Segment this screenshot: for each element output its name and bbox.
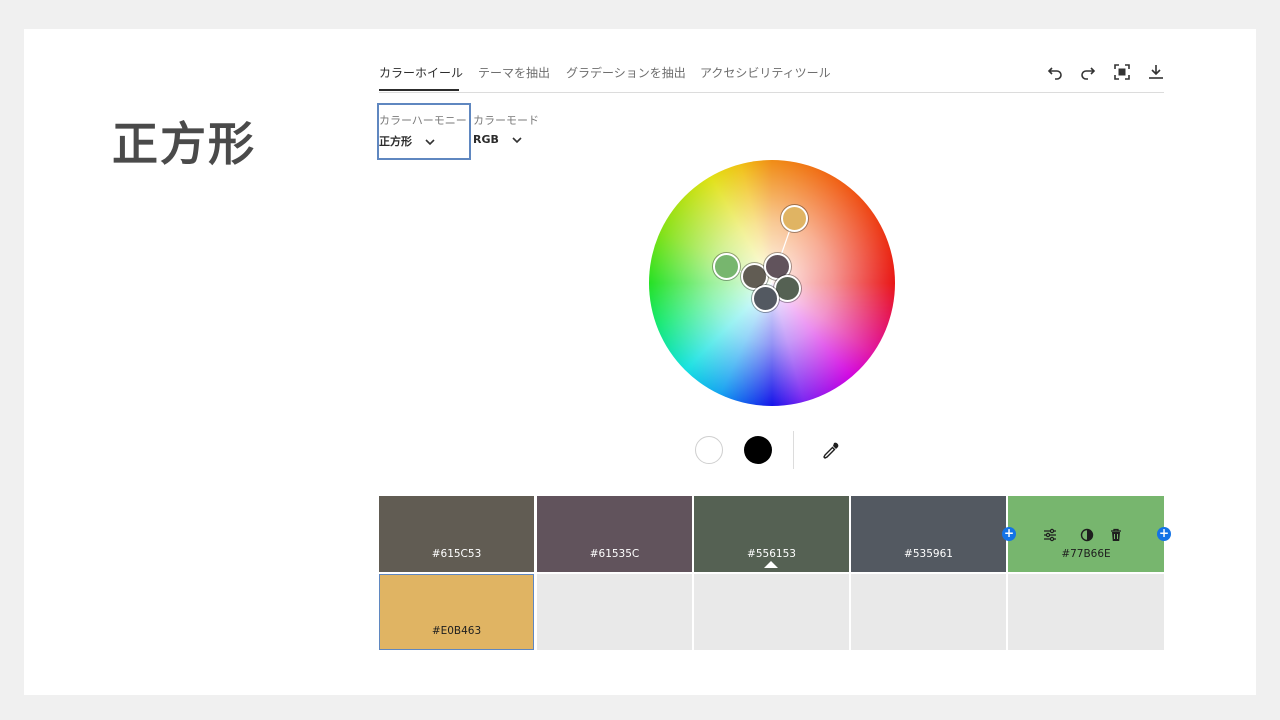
black-swatch[interactable]	[744, 436, 772, 464]
download-icon[interactable]	[1146, 62, 1166, 82]
chevron-down-icon	[512, 136, 522, 143]
harmony-lines	[726, 217, 795, 285]
wheel-handle[interactable]	[713, 253, 740, 280]
fullscreen-icon[interactable]	[1112, 62, 1132, 82]
swatch-hex[interactable]: #535961	[851, 548, 1006, 560]
swatch-hex[interactable]: #E0B463	[380, 625, 533, 637]
contrast-icon[interactable]	[1080, 527, 1094, 542]
swatch-hex[interactable]: #615C53	[379, 548, 534, 560]
swatch-hex[interactable]: #77B66E	[1008, 548, 1164, 560]
tab-accessibility-tools[interactable]: アクセシビリティツール	[700, 64, 831, 81]
swatch-hex[interactable]: #61535C	[537, 548, 692, 560]
redo-icon[interactable]	[1078, 62, 1098, 82]
undo-icon[interactable]	[1045, 62, 1065, 82]
tab-color-wheel[interactable]: カラーホイール	[379, 64, 463, 81]
divider	[793, 431, 794, 469]
slide-title: 正方形	[112, 117, 256, 171]
active-tab-indicator	[379, 89, 459, 91]
highlight-frame	[377, 103, 471, 160]
eyedropper-icon[interactable]	[820, 440, 842, 462]
color-mode-value: RGB	[473, 133, 499, 146]
empty-swatch-slot	[1008, 574, 1164, 650]
trash-icon[interactable]	[1109, 527, 1123, 541]
color-swatch[interactable]: #615C53	[379, 496, 534, 572]
empty-swatch-slot	[694, 574, 849, 650]
empty-swatch-slot	[537, 574, 692, 650]
color-swatch[interactable]: #61535C	[537, 496, 692, 572]
add-swatch-left-button[interactable]: +	[1002, 527, 1016, 541]
tab-extract-gradient[interactable]: グラデーションを抽出	[566, 64, 686, 81]
color-wheel[interactable]	[649, 160, 895, 406]
color-swatch-base[interactable]: #E0B463	[379, 574, 534, 650]
wheel-handle-base[interactable]	[781, 205, 808, 232]
white-swatch[interactable]	[695, 436, 723, 464]
swatch-hex[interactable]: #556153	[694, 548, 849, 560]
adjust-sliders-icon[interactable]	[1043, 527, 1057, 542]
color-mode-label: カラーモード	[473, 114, 539, 127]
tab-bar: カラーホイール テーマを抽出 グラデーションを抽出 アクセシビリティツール	[379, 56, 1164, 93]
add-swatch-right-button[interactable]: +	[1157, 527, 1171, 541]
wheel-handle[interactable]	[752, 285, 779, 312]
selected-swatch-arrow	[764, 561, 778, 568]
empty-swatch-slot	[851, 574, 1006, 650]
color-swatch[interactable]: #535961	[851, 496, 1006, 572]
color-mode-dropdown[interactable]: カラーモード RGB	[473, 112, 539, 147]
tab-extract-theme[interactable]: テーマを抽出	[478, 64, 550, 81]
